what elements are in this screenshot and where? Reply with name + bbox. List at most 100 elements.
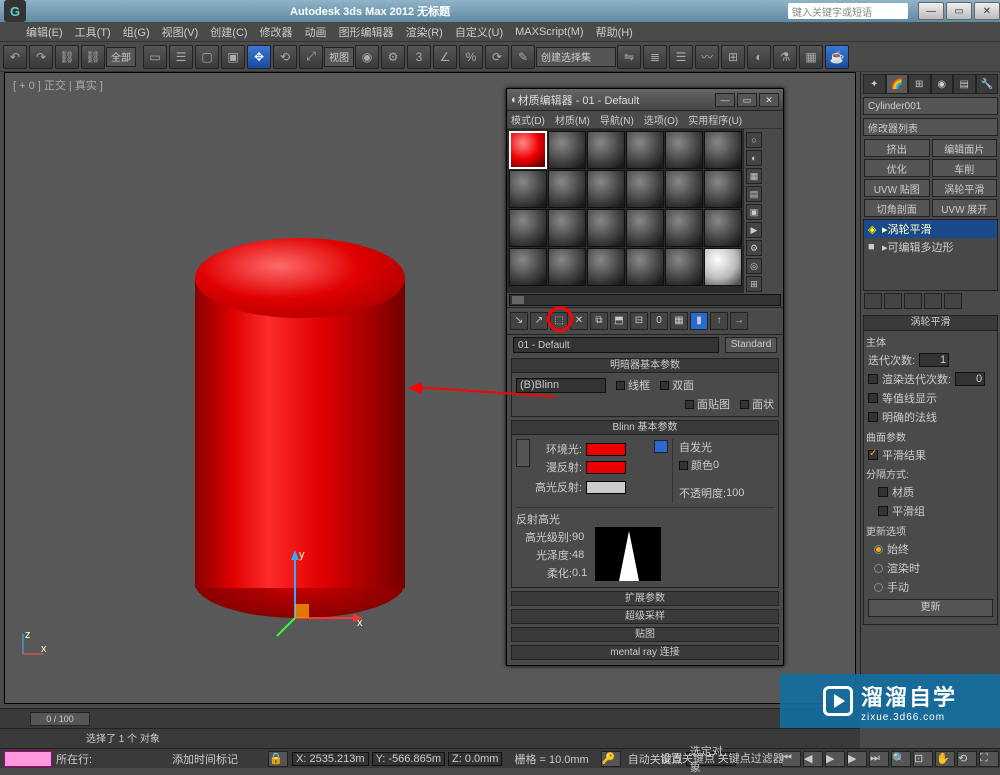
specular-level-spinner[interactable]: 90 [572, 531, 584, 543]
menu-modifiers[interactable]: 修改器 [260, 24, 293, 40]
make-copy-button[interactable]: ⧉ [590, 312, 608, 330]
material-slot[interactable] [548, 131, 586, 169]
layer-manager-button[interactable]: ☰ [669, 45, 693, 69]
material-slot[interactable] [704, 131, 742, 169]
modbtn-optimize[interactable]: 优化 [864, 159, 930, 177]
shader-type-dropdown[interactable]: (B)Blinn [516, 378, 606, 393]
go-forward-button[interactable]: → [730, 312, 748, 330]
video-check-button[interactable]: ▣ [746, 204, 762, 220]
material-slot[interactable] [509, 248, 547, 286]
rollout-blinn-params[interactable]: Blinn 基本参数 [511, 420, 779, 435]
rollout-extended[interactable]: 扩展参数 [511, 591, 779, 606]
select-move-button[interactable]: ✥ [247, 45, 271, 69]
pin-stack-button[interactable] [864, 293, 882, 309]
update-manual-radio[interactable] [874, 583, 883, 592]
select-name-button[interactable]: ☰ [169, 45, 193, 69]
material-slot[interactable] [587, 170, 625, 208]
rect-region-button[interactable]: ▢ [195, 45, 219, 69]
menu-render[interactable]: 渲染(R) [406, 24, 443, 40]
modifier-list-dropdown[interactable]: 修改器列表 [863, 118, 998, 136]
render-setup-button[interactable]: ⚗ [773, 45, 797, 69]
snap-toggle-button[interactable]: 3 [407, 45, 431, 69]
schematic-view-button[interactable]: ⊞ [721, 45, 745, 69]
show-end-result-button[interactable]: ▮ [690, 312, 708, 330]
material-editor-button[interactable]: ◐ [747, 45, 771, 69]
explicit-normals-checkbox[interactable] [868, 412, 878, 422]
iterations-spinner[interactable]: 1 [919, 353, 949, 367]
menu-maxscript[interactable]: MAXScript(M) [515, 26, 583, 38]
diffuse-color-swatch[interactable] [586, 461, 626, 474]
two-sided-checkbox[interactable] [660, 381, 669, 390]
zoom-button[interactable]: 🔍 [891, 751, 911, 767]
dialog-close-button[interactable]: ✕ [759, 93, 779, 107]
orbit-button[interactable]: ⟲ [957, 751, 977, 767]
menu-views[interactable]: 视图(V) [162, 24, 199, 40]
lock-selection-button[interactable]: 🔒 [268, 751, 288, 767]
make-unique-button[interactable] [904, 293, 922, 309]
percent-snap-button[interactable]: % [459, 45, 483, 69]
maximize-button[interactable]: ▭ [946, 2, 972, 20]
assign-to-selection-button[interactable]: ⬚ [550, 312, 568, 330]
time-slider-knob[interactable]: 0 / 100 [30, 712, 90, 726]
maxscript-listener[interactable] [4, 751, 52, 767]
material-type-button[interactable]: Standard [725, 337, 777, 353]
modbtn-chamfer[interactable]: 切角剖面 [864, 199, 930, 217]
unlink-button[interactable]: ⛓ [81, 45, 105, 69]
tab-modify[interactable]: 🌈 [886, 74, 909, 94]
sep-smoothgroup-checkbox[interactable] [878, 506, 888, 516]
material-slot[interactable] [704, 209, 742, 247]
link-button[interactable]: ⛓ [55, 45, 79, 69]
ref-coord-dropdown[interactable]: 视图 [324, 47, 354, 67]
maximize-viewport-button[interactable]: ⛶ [979, 751, 999, 767]
modbtn-uvwunwrap[interactable]: UVW 展开 [932, 199, 998, 217]
select-scale-button[interactable]: ⤢ [299, 45, 323, 69]
make-unique-button[interactable]: ⬒ [610, 312, 628, 330]
ambient-diffuse-lock-button[interactable] [516, 439, 530, 467]
stack-item-turbosmooth[interactable]: ◈▸ 涡轮平滑 [864, 220, 997, 238]
coord-y[interactable]: Y: -566.865m [372, 752, 445, 766]
tab-create[interactable]: ✦ [863, 74, 886, 94]
matmenu-navigation[interactable]: 导航(N) [600, 112, 634, 127]
menu-graph[interactable]: 图形编辑器 [339, 24, 394, 40]
align-button[interactable]: ≣ [643, 45, 667, 69]
background-button[interactable]: ▦ [746, 168, 762, 184]
menu-customize[interactable]: 自定义(U) [455, 24, 503, 40]
coord-z[interactable]: Z: 0.0mm [448, 752, 502, 766]
render-iter-checkbox[interactable] [868, 374, 878, 384]
select-by-mat-button[interactable]: ◎ [746, 258, 762, 274]
zoom-all-button[interactable]: ⊡ [913, 751, 933, 767]
smooth-result-checkbox[interactable] [868, 450, 878, 460]
rollout-maps[interactable]: 贴图 [511, 627, 779, 642]
spinner-snap-button[interactable]: ⟳ [485, 45, 509, 69]
update-always-radio[interactable] [874, 545, 883, 554]
put-to-scene-button[interactable]: ↗ [530, 312, 548, 330]
update-button[interactable]: 更新 [868, 599, 993, 617]
pan-button[interactable]: ✋ [935, 751, 955, 767]
help-search-input[interactable]: 键入关键字或短语 [788, 3, 908, 19]
backlight-button[interactable]: ◐ [746, 150, 762, 166]
get-material-button[interactable]: ↘ [510, 312, 528, 330]
modbtn-extrude[interactable]: 挤出 [864, 139, 930, 157]
coord-x[interactable]: X: 2535.213m [292, 752, 369, 766]
app-logo-icon[interactable]: G [4, 0, 26, 22]
select-button[interactable]: ▭ [143, 45, 167, 69]
key-mode-button[interactable]: 🔑 [601, 751, 621, 767]
redo-button[interactable]: ↷ [29, 45, 53, 69]
sample-uv-button[interactable]: ▤ [746, 186, 762, 202]
add-time-tag[interactable]: 添加时间标记 [172, 751, 238, 767]
material-id-button[interactable]: 0 [650, 312, 668, 330]
update-render-radio[interactable] [874, 564, 883, 573]
material-name-dropdown[interactable]: 01 - Default [513, 337, 719, 353]
material-slot[interactable] [665, 209, 703, 247]
diffuse-map-button[interactable] [654, 440, 668, 453]
material-map-nav-button[interactable]: ⊞ [746, 276, 762, 292]
material-slot[interactable] [509, 170, 547, 208]
object-name-field[interactable]: Cylinder001 [863, 97, 998, 115]
render-iter-spinner[interactable]: 0 [955, 372, 985, 386]
selfillum-color-checkbox[interactable] [679, 461, 688, 470]
window-crossing-button[interactable]: ▣ [221, 45, 245, 69]
material-slot-1[interactable] [509, 131, 547, 169]
mirror-button[interactable]: ⇋ [617, 45, 641, 69]
time-slider[interactable]: 0 / 100 [0, 708, 860, 728]
soften-spinner[interactable]: 0.1 [572, 567, 587, 579]
